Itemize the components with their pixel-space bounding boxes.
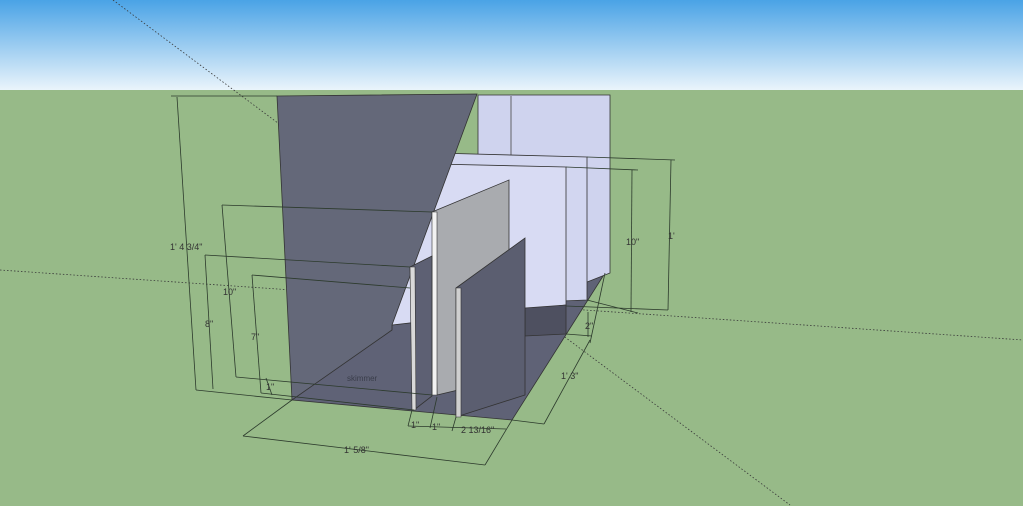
baffle-panel-front (524, 304, 567, 337)
label-width-total: 1' 5/8" (344, 445, 369, 455)
label-height-8: 8" (205, 319, 213, 329)
sketchup-viewport: 1' 4 3/4" 10" 8" 7" 1" 10" 1' 2" 1' 3" 1… (0, 0, 1023, 506)
label-height-7: 7" (251, 332, 259, 342)
divider-gray-edge (431, 211, 438, 396)
label-right-2: 2" (585, 321, 593, 331)
label-height-total: 1' 4 3/4" (170, 242, 202, 252)
baffle-dark-front-edge (455, 287, 462, 418)
label-gap-1b: 1" (432, 422, 440, 432)
label-right-10: 10" (626, 237, 639, 247)
label-height-10: 10" (223, 287, 236, 297)
label-depth-1ft3: 1' 3" (561, 371, 578, 381)
label-skimmer: skimmer (347, 374, 378, 383)
label-right-1ft: 1' (668, 231, 675, 241)
label-gap-1a: 1" (411, 420, 419, 430)
label-gap-2-13-16: 2 13/16" (461, 425, 494, 435)
sky (0, 0, 1023, 90)
label-height-small: 1" (266, 382, 274, 392)
